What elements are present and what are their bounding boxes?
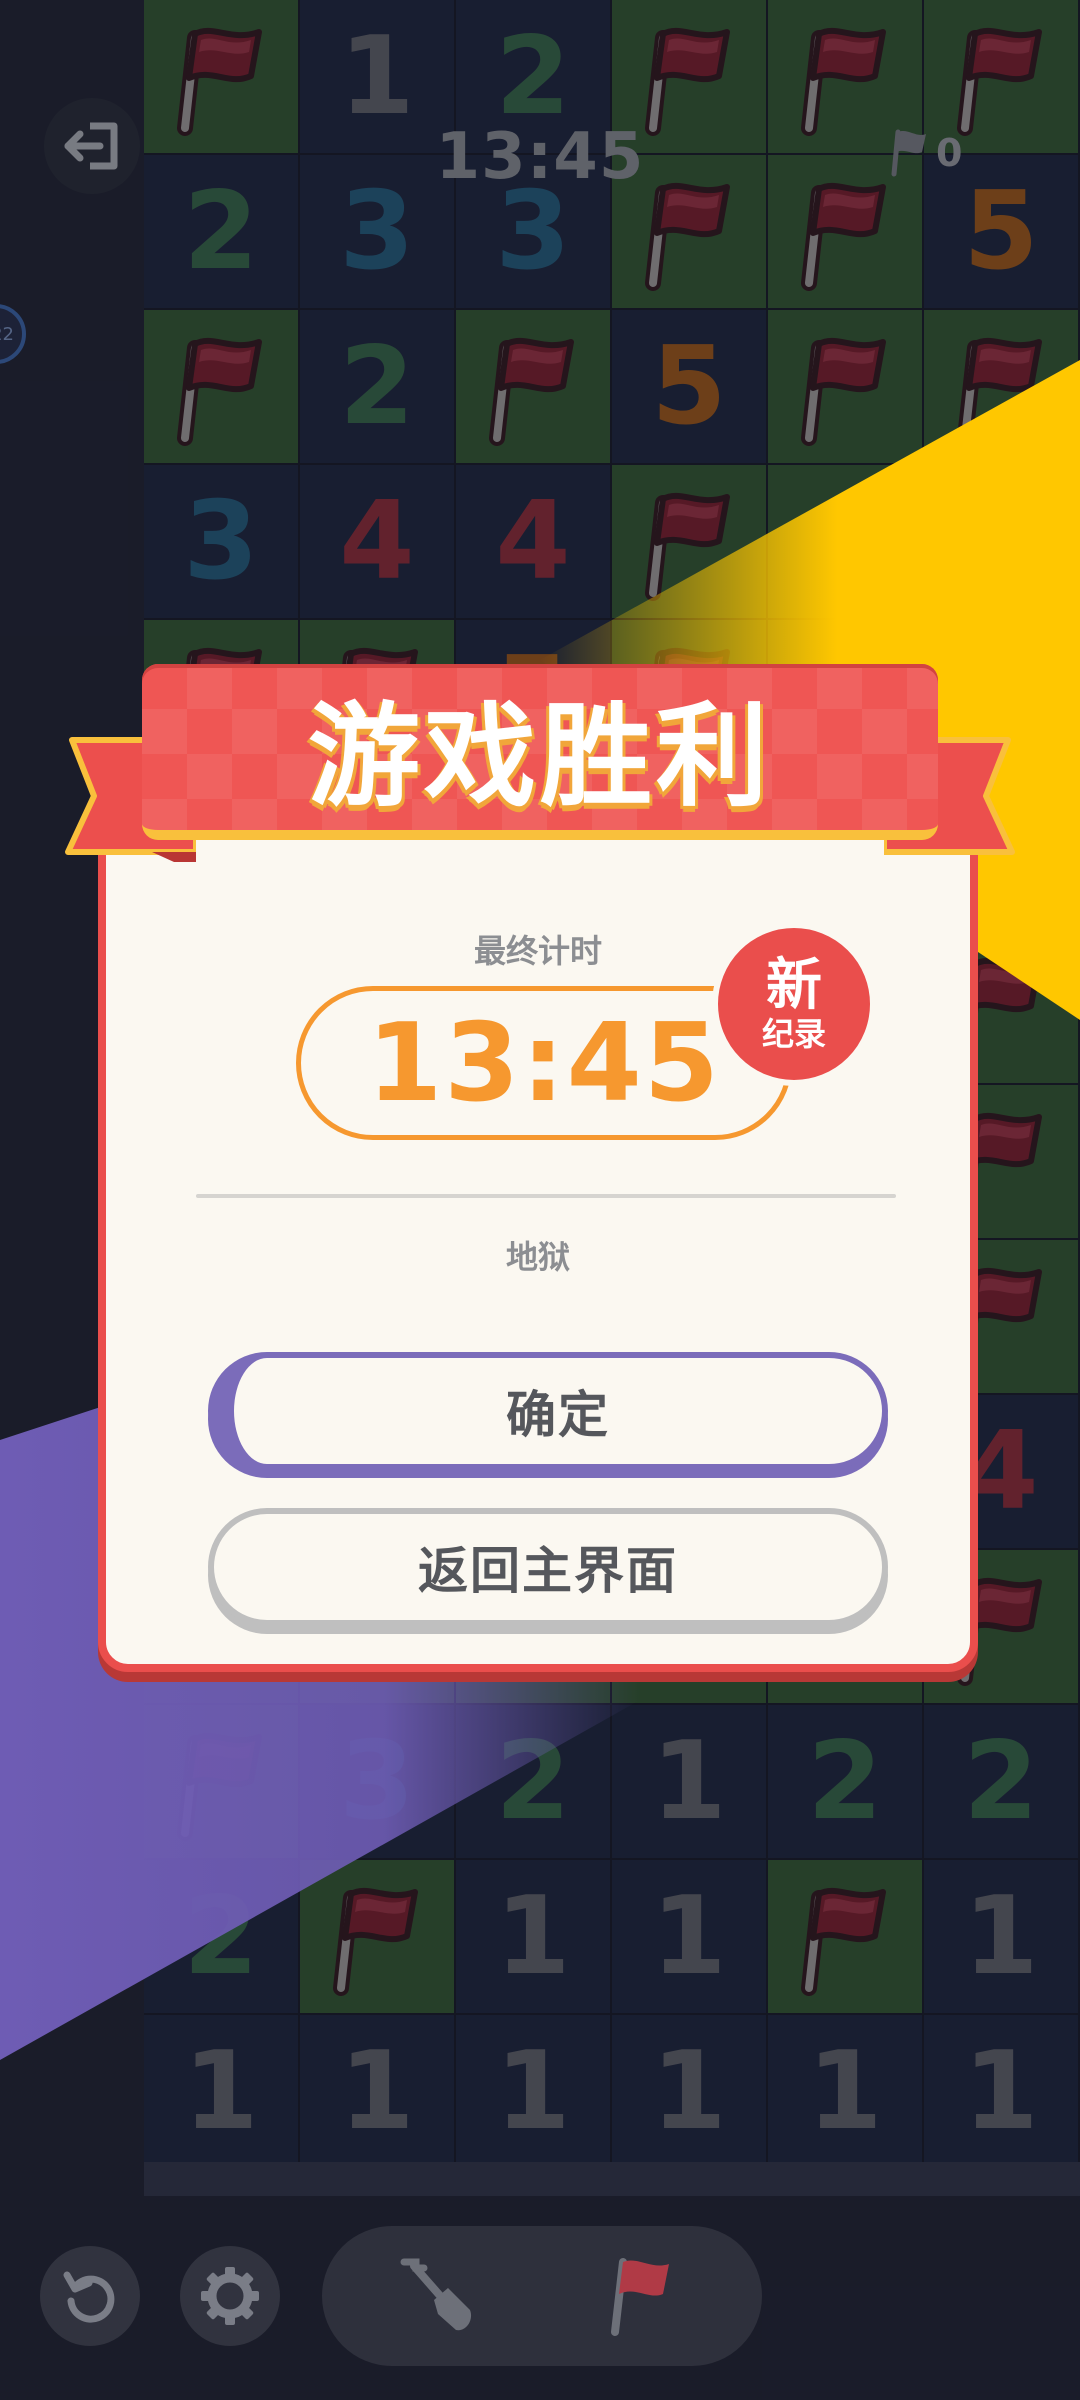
tool-mode-panel bbox=[322, 2226, 762, 2366]
new-record-badge-line1: 新 bbox=[766, 953, 822, 1018]
final-time: 13:45 bbox=[367, 1000, 721, 1126]
return-home-button[interactable]: 返回主界面 bbox=[208, 1508, 888, 1626]
difficulty-label: 地狱 bbox=[505, 1238, 570, 1276]
new-record-badge: 新 纪录 bbox=[712, 922, 876, 1086]
victory-title: 游戏胜利 bbox=[308, 692, 772, 822]
victory-dialog: 最终计时 13:45 新 纪录 地狱 确定 返回主界面 bbox=[98, 820, 978, 1672]
settings-button[interactable] bbox=[180, 2246, 280, 2346]
undo-button[interactable] bbox=[40, 2246, 140, 2346]
flag-icon bbox=[611, 2258, 669, 2336]
shovel-icon bbox=[400, 2258, 472, 2331]
confirm-button[interactable]: 确定 bbox=[208, 1352, 888, 1470]
undo-icon bbox=[63, 2271, 115, 2323]
title-ribbon: 游戏胜利 bbox=[56, 664, 1024, 884]
game-screen: 1223352534454321222111111111 13:45 0 22 bbox=[0, 0, 1080, 2400]
dig-mode-button[interactable] bbox=[386, 2246, 486, 2346]
dialog-divider bbox=[196, 1194, 896, 1198]
gear-icon bbox=[201, 2267, 259, 2325]
new-record-badge-line2: 纪录 bbox=[761, 1015, 826, 1053]
ribbon-banner: 游戏胜利 bbox=[142, 664, 938, 840]
flag-mode-button[interactable] bbox=[592, 2246, 692, 2346]
